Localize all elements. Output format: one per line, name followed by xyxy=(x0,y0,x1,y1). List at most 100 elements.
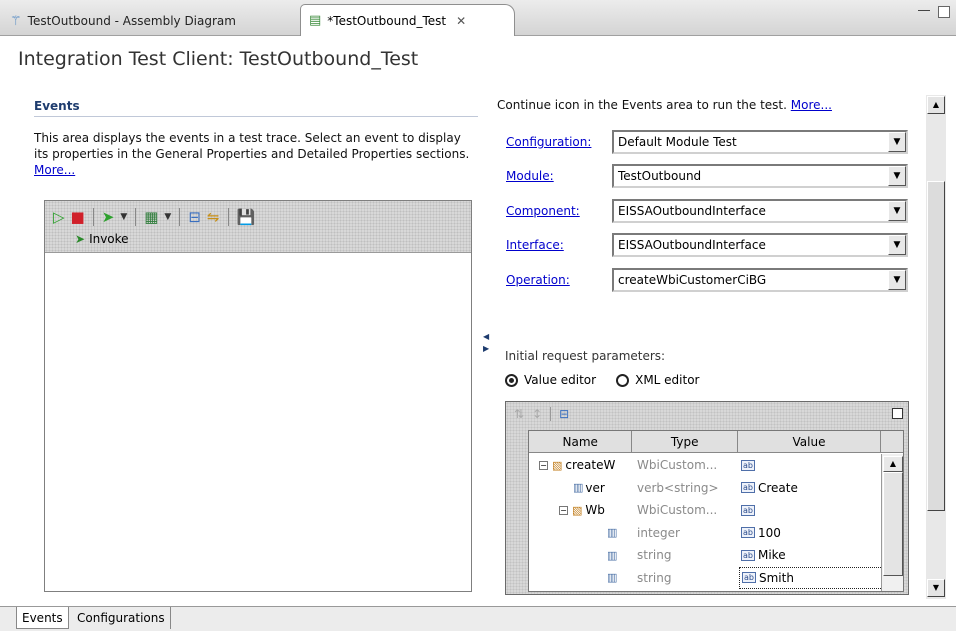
tab-test-outbound-test[interactable]: ▤ *TestOutbound_Test ✕ xyxy=(300,4,515,36)
continue-more-link[interactable]: More... xyxy=(791,98,832,112)
invoke-event-icon[interactable]: ➤ xyxy=(102,208,115,226)
row-value: Create xyxy=(757,480,798,495)
move-up-icon[interactable]: ⇅ xyxy=(514,407,524,421)
invoke-icon: ➤ xyxy=(75,232,86,246)
scroll-up-icon[interactable]: ▲ xyxy=(883,456,903,472)
table-row[interactable]: ▥ ver verb<string> ab Create xyxy=(529,477,883,500)
scroll-thumb[interactable] xyxy=(883,472,903,576)
chevron-down-icon[interactable]: ▼ xyxy=(888,235,906,255)
continue-instruction: Continue icon in the Events area to run … xyxy=(497,98,832,112)
value-editor-radio[interactable] xyxy=(505,373,518,387)
operation-row: Operation: xyxy=(506,268,610,292)
table-row[interactable]: ▥ string ab Mike xyxy=(529,544,883,567)
scroll-down-icon[interactable]: ▼ xyxy=(927,579,945,597)
table-scrollbar[interactable]: ▲ xyxy=(881,454,903,591)
field-icon: ▥ xyxy=(573,481,584,495)
toolbar-separator xyxy=(135,208,137,226)
configuration-label[interactable]: Configuration: xyxy=(506,135,610,149)
parameters-table[interactable]: Name Type Value − ▧ createW WbiCustom...… xyxy=(528,430,904,592)
table-row[interactable]: ▥ integer ab 100 xyxy=(529,522,883,545)
tab-events[interactable]: Events xyxy=(16,607,69,629)
operation-value: createWbiCustomerCiBG xyxy=(618,273,767,287)
trace-item-invoke[interactable]: ➤ Invoke xyxy=(75,232,129,246)
chevron-down-icon[interactable]: ▼ xyxy=(120,212,127,222)
module-label[interactable]: Module: xyxy=(506,169,610,183)
value-cell[interactable]: ab Smith xyxy=(739,566,883,589)
xml-editor-label[interactable]: XML editor xyxy=(635,373,699,387)
continue-text: Continue icon in the Events area to run … xyxy=(497,98,787,112)
continue-icon[interactable]: ▷ xyxy=(53,208,65,226)
scroll-thumb[interactable] xyxy=(927,181,945,511)
type-cell: WbiCustom... xyxy=(637,503,718,518)
interface-row: Interface: xyxy=(506,233,610,257)
minimize-button[interactable] xyxy=(918,10,930,13)
section-divider xyxy=(34,116,478,117)
collapse-all-icon[interactable]: ⊟ xyxy=(188,208,201,226)
initial-request-label: Initial request parameters: xyxy=(505,349,666,363)
tab-configurations[interactable]: Configurations xyxy=(72,607,171,629)
column-header-type[interactable]: Type xyxy=(632,431,738,453)
value-cell[interactable]: ab xyxy=(739,454,883,477)
table-icon[interactable]: ▦ xyxy=(144,208,158,226)
column-header-name[interactable]: Name xyxy=(529,431,633,453)
business-object-icon: ▧ xyxy=(572,503,583,517)
chevron-down-icon[interactable]: ▼ xyxy=(888,166,906,186)
value-cell[interactable]: ab Mike xyxy=(739,544,883,567)
chevron-down-icon[interactable]: ▼ xyxy=(888,270,906,290)
type-cell: integer xyxy=(637,525,680,540)
row-value: Smith xyxy=(758,570,794,585)
close-icon[interactable]: ✕ xyxy=(456,14,466,28)
move-down-icon[interactable]: ↕ xyxy=(532,407,542,421)
maximize-button[interactable] xyxy=(938,6,950,18)
value-cell[interactable]: ab 100 xyxy=(739,522,883,545)
events-trace-panel[interactable]: ▷ ■ ➤ ▼ ▦ ▼ ⊟ ⇋ 💾 ➤ Invoke xyxy=(44,200,472,592)
value-editor-label[interactable]: Value editor xyxy=(524,373,596,387)
bottom-tab-bar: Events Configurations xyxy=(0,606,956,631)
column-header-value[interactable]: Value xyxy=(738,431,882,453)
xml-editor-radio[interactable] xyxy=(616,373,630,387)
value-cell[interactable]: ab Create xyxy=(739,477,883,500)
table-body: − ▧ createW WbiCustom... ab ▥ ver verb<s… xyxy=(529,454,883,589)
expand-right-icon[interactable]: ▶ xyxy=(483,343,489,355)
value-editor-toolbar: ⇅ ↕ ⊟ xyxy=(514,407,569,421)
collapse-icon[interactable]: ⊟ xyxy=(559,407,569,421)
interface-label[interactable]: Interface: xyxy=(506,238,610,252)
component-label[interactable]: Component: xyxy=(506,204,610,218)
chevron-down-icon[interactable]: ▼ xyxy=(888,132,906,152)
operation-label[interactable]: Operation: xyxy=(506,273,610,287)
tab-assembly-diagram[interactable]: ⚚ TestOutbound - Assembly Diagram xyxy=(2,6,292,36)
configuration-value: Default Module Test xyxy=(618,135,737,149)
collapse-toggle-icon[interactable]: − xyxy=(539,460,548,470)
name-cell: ▥ xyxy=(529,522,633,545)
stop-icon[interactable]: ■ xyxy=(71,208,85,226)
maximize-editor-icon[interactable] xyxy=(892,408,903,419)
sash-toggle[interactable]: ◀ ▶ xyxy=(483,331,489,355)
value-cell[interactable]: ab xyxy=(739,499,883,522)
collapse-left-icon[interactable]: ◀ xyxy=(483,331,489,343)
tab-label: TestOutbound - Assembly Diagram xyxy=(27,14,236,28)
scroll-up-icon[interactable]: ▲ xyxy=(927,96,945,114)
type-cell: verb<string> xyxy=(637,480,719,495)
row-value: Mike xyxy=(757,548,786,563)
assembly-diagram-icon: ⚚ xyxy=(10,13,22,29)
module-value: TestOutbound xyxy=(618,169,702,183)
table-row[interactable]: − ▧ Wb WbiCustom... ab xyxy=(529,499,883,522)
table-row[interactable]: − ▧ createW WbiCustom... ab xyxy=(529,454,883,477)
events-toolbar: ▷ ■ ➤ ▼ ▦ ▼ ⊟ ⇋ 💾 ➤ Invoke xyxy=(45,201,471,253)
component-select[interactable]: EISSAOutboundInterface ▼ xyxy=(612,199,908,223)
link-events-icon[interactable]: ⇋ xyxy=(207,208,220,226)
save-icon[interactable]: 💾 xyxy=(237,208,256,226)
events-more-link[interactable]: More... xyxy=(34,163,75,177)
name-cell: − ▧ createW xyxy=(529,454,633,477)
collapse-toggle-icon[interactable]: − xyxy=(559,505,568,515)
chevron-down-icon[interactable]: ▼ xyxy=(164,212,171,222)
interface-select[interactable]: EISSAOutboundInterface ▼ xyxy=(612,233,908,257)
operation-select[interactable]: createWbiCustomerCiBG ▼ xyxy=(612,268,908,292)
name-cell: ▥ xyxy=(529,544,633,567)
configuration-select[interactable]: Default Module Test ▼ xyxy=(612,130,908,154)
chevron-down-icon[interactable]: ▼ xyxy=(888,201,906,221)
table-row[interactable]: ▥ string ab Smith xyxy=(529,566,883,589)
page-scrollbar[interactable]: ▲ ▼ xyxy=(926,95,946,599)
module-select[interactable]: TestOutbound ▼ xyxy=(612,164,908,188)
name-cell: ▥ ver xyxy=(529,477,633,500)
